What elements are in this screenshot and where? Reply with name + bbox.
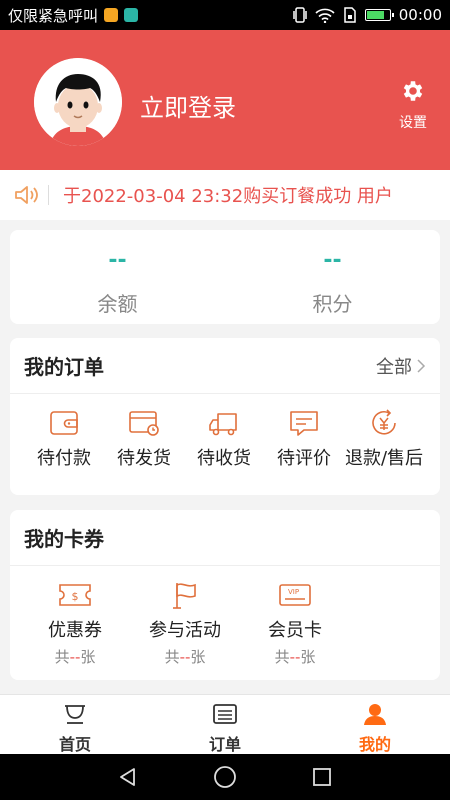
points-item[interactable]: -- 积分 bbox=[225, 230, 440, 324]
order-status-label: 退款/售后 bbox=[344, 448, 424, 469]
clock-text: 00:00 bbox=[398, 6, 442, 24]
truck-icon bbox=[209, 413, 237, 436]
balance-card: -- 余额 -- 积分 bbox=[10, 230, 440, 324]
points-value: -- bbox=[323, 248, 342, 273]
bottom-nav: 首页 订单 我的 bbox=[0, 694, 450, 754]
order-status-item[interactable]: 待收货 bbox=[184, 408, 264, 470]
coupons-header: 我的卡券 bbox=[10, 510, 440, 566]
order-status-label: 待评价 bbox=[277, 448, 331, 469]
refund-icon bbox=[372, 409, 396, 435]
coupon-label: 优惠券 bbox=[48, 620, 102, 641]
settings-button[interactable]: 设置 bbox=[396, 78, 430, 132]
card-clock-icon bbox=[129, 411, 159, 436]
bowl-icon bbox=[65, 705, 85, 724]
home-icon[interactable] bbox=[213, 765, 237, 789]
activity-count: 共--张 bbox=[164, 648, 206, 666]
coupon-item[interactable]: $ 优惠券 共--张 bbox=[20, 580, 130, 667]
comment-icon bbox=[290, 411, 318, 436]
wallet-icon bbox=[50, 411, 78, 435]
vip-card-count: 共--张 bbox=[274, 648, 316, 666]
gear-icon bbox=[403, 81, 423, 101]
orders-title: 我的订单 bbox=[24, 355, 104, 379]
list-icon bbox=[213, 704, 237, 724]
app-notification-icon bbox=[124, 8, 139, 22]
tab-home[interactable]: 首页 bbox=[0, 695, 150, 754]
speaker-icon bbox=[15, 186, 38, 204]
points-label: 积分 bbox=[312, 292, 353, 316]
coupon-icon: $ bbox=[59, 584, 91, 606]
tab-home-label: 首页 bbox=[58, 735, 91, 754]
chevron-right-icon bbox=[417, 358, 426, 373]
balance-label: 余额 bbox=[97, 292, 138, 316]
balance-value: -- bbox=[108, 248, 127, 273]
tab-orders[interactable]: 订单 bbox=[150, 695, 300, 754]
vip-card-icon: VIP bbox=[279, 584, 311, 606]
recents-icon[interactable] bbox=[311, 766, 333, 788]
divider bbox=[48, 185, 49, 205]
tab-orders-label: 订单 bbox=[208, 735, 241, 754]
svg-text:VIP: VIP bbox=[288, 588, 299, 596]
coupons-card: 我的卡券 $ 优惠券 共--张 参与活动 共--张 VIP 会员卡 共--张 bbox=[10, 510, 440, 680]
coupon-count: 共--张 bbox=[54, 648, 96, 666]
order-status-label: 待收货 bbox=[197, 448, 251, 469]
coupons-title: 我的卡券 bbox=[24, 527, 104, 551]
svg-text:$: $ bbox=[72, 590, 79, 603]
vip-card-label: 会员卡 bbox=[268, 620, 322, 641]
user-icon bbox=[364, 704, 386, 725]
avatar-face-icon bbox=[34, 58, 122, 146]
orders-all-link[interactable]: 全部 bbox=[376, 353, 426, 379]
flag-icon bbox=[173, 583, 196, 609]
wifi-icon bbox=[315, 8, 335, 23]
carrier-text: 仅限紧急呼叫 bbox=[8, 6, 99, 25]
app-notification-icon bbox=[104, 8, 119, 22]
orders-header: 我的订单 全部 bbox=[10, 338, 440, 394]
tab-mine-label: 我的 bbox=[358, 735, 391, 754]
order-status-label: 待发货 bbox=[117, 448, 171, 469]
announcement-bar: 于2022-03-04 23:32购买订餐成功 用户 bbox=[0, 170, 450, 220]
order-status-item[interactable]: 待发货 bbox=[104, 408, 184, 470]
profile-header: 立即登录 设置 bbox=[0, 30, 450, 170]
vibrate-icon bbox=[293, 7, 307, 23]
order-status-item[interactable]: 待付款 bbox=[24, 408, 104, 470]
tab-mine[interactable]: 我的 bbox=[300, 695, 450, 754]
avatar[interactable] bbox=[34, 58, 122, 146]
sim-icon bbox=[344, 7, 356, 23]
battery-icon bbox=[364, 9, 394, 21]
orders-card: 我的订单 全部 待付款 待发货 待收货 待评价 退款/售后 bbox=[10, 338, 440, 495]
activity-item[interactable]: 参与活动 共--张 bbox=[130, 580, 240, 667]
login-link[interactable]: 立即登录 bbox=[140, 88, 236, 123]
announcement-text: 于2022-03-04 23:32购买订餐成功 用户 bbox=[63, 186, 393, 207]
status-bar: 仅限紧急呼叫 00:00 bbox=[0, 0, 450, 30]
back-icon[interactable] bbox=[117, 766, 139, 788]
order-status-item[interactable]: 退款/售后 bbox=[344, 408, 424, 470]
order-status-label: 待付款 bbox=[37, 448, 91, 469]
balance-item[interactable]: -- 余额 bbox=[10, 230, 225, 324]
orders-all-label: 全部 bbox=[376, 356, 412, 378]
order-status-item[interactable]: 待评价 bbox=[264, 408, 344, 470]
system-nav-bar bbox=[0, 754, 450, 800]
settings-label: 设置 bbox=[399, 115, 427, 131]
activity-label: 参与活动 bbox=[149, 620, 221, 641]
vip-card-item[interactable]: VIP 会员卡 共--张 bbox=[240, 580, 350, 667]
